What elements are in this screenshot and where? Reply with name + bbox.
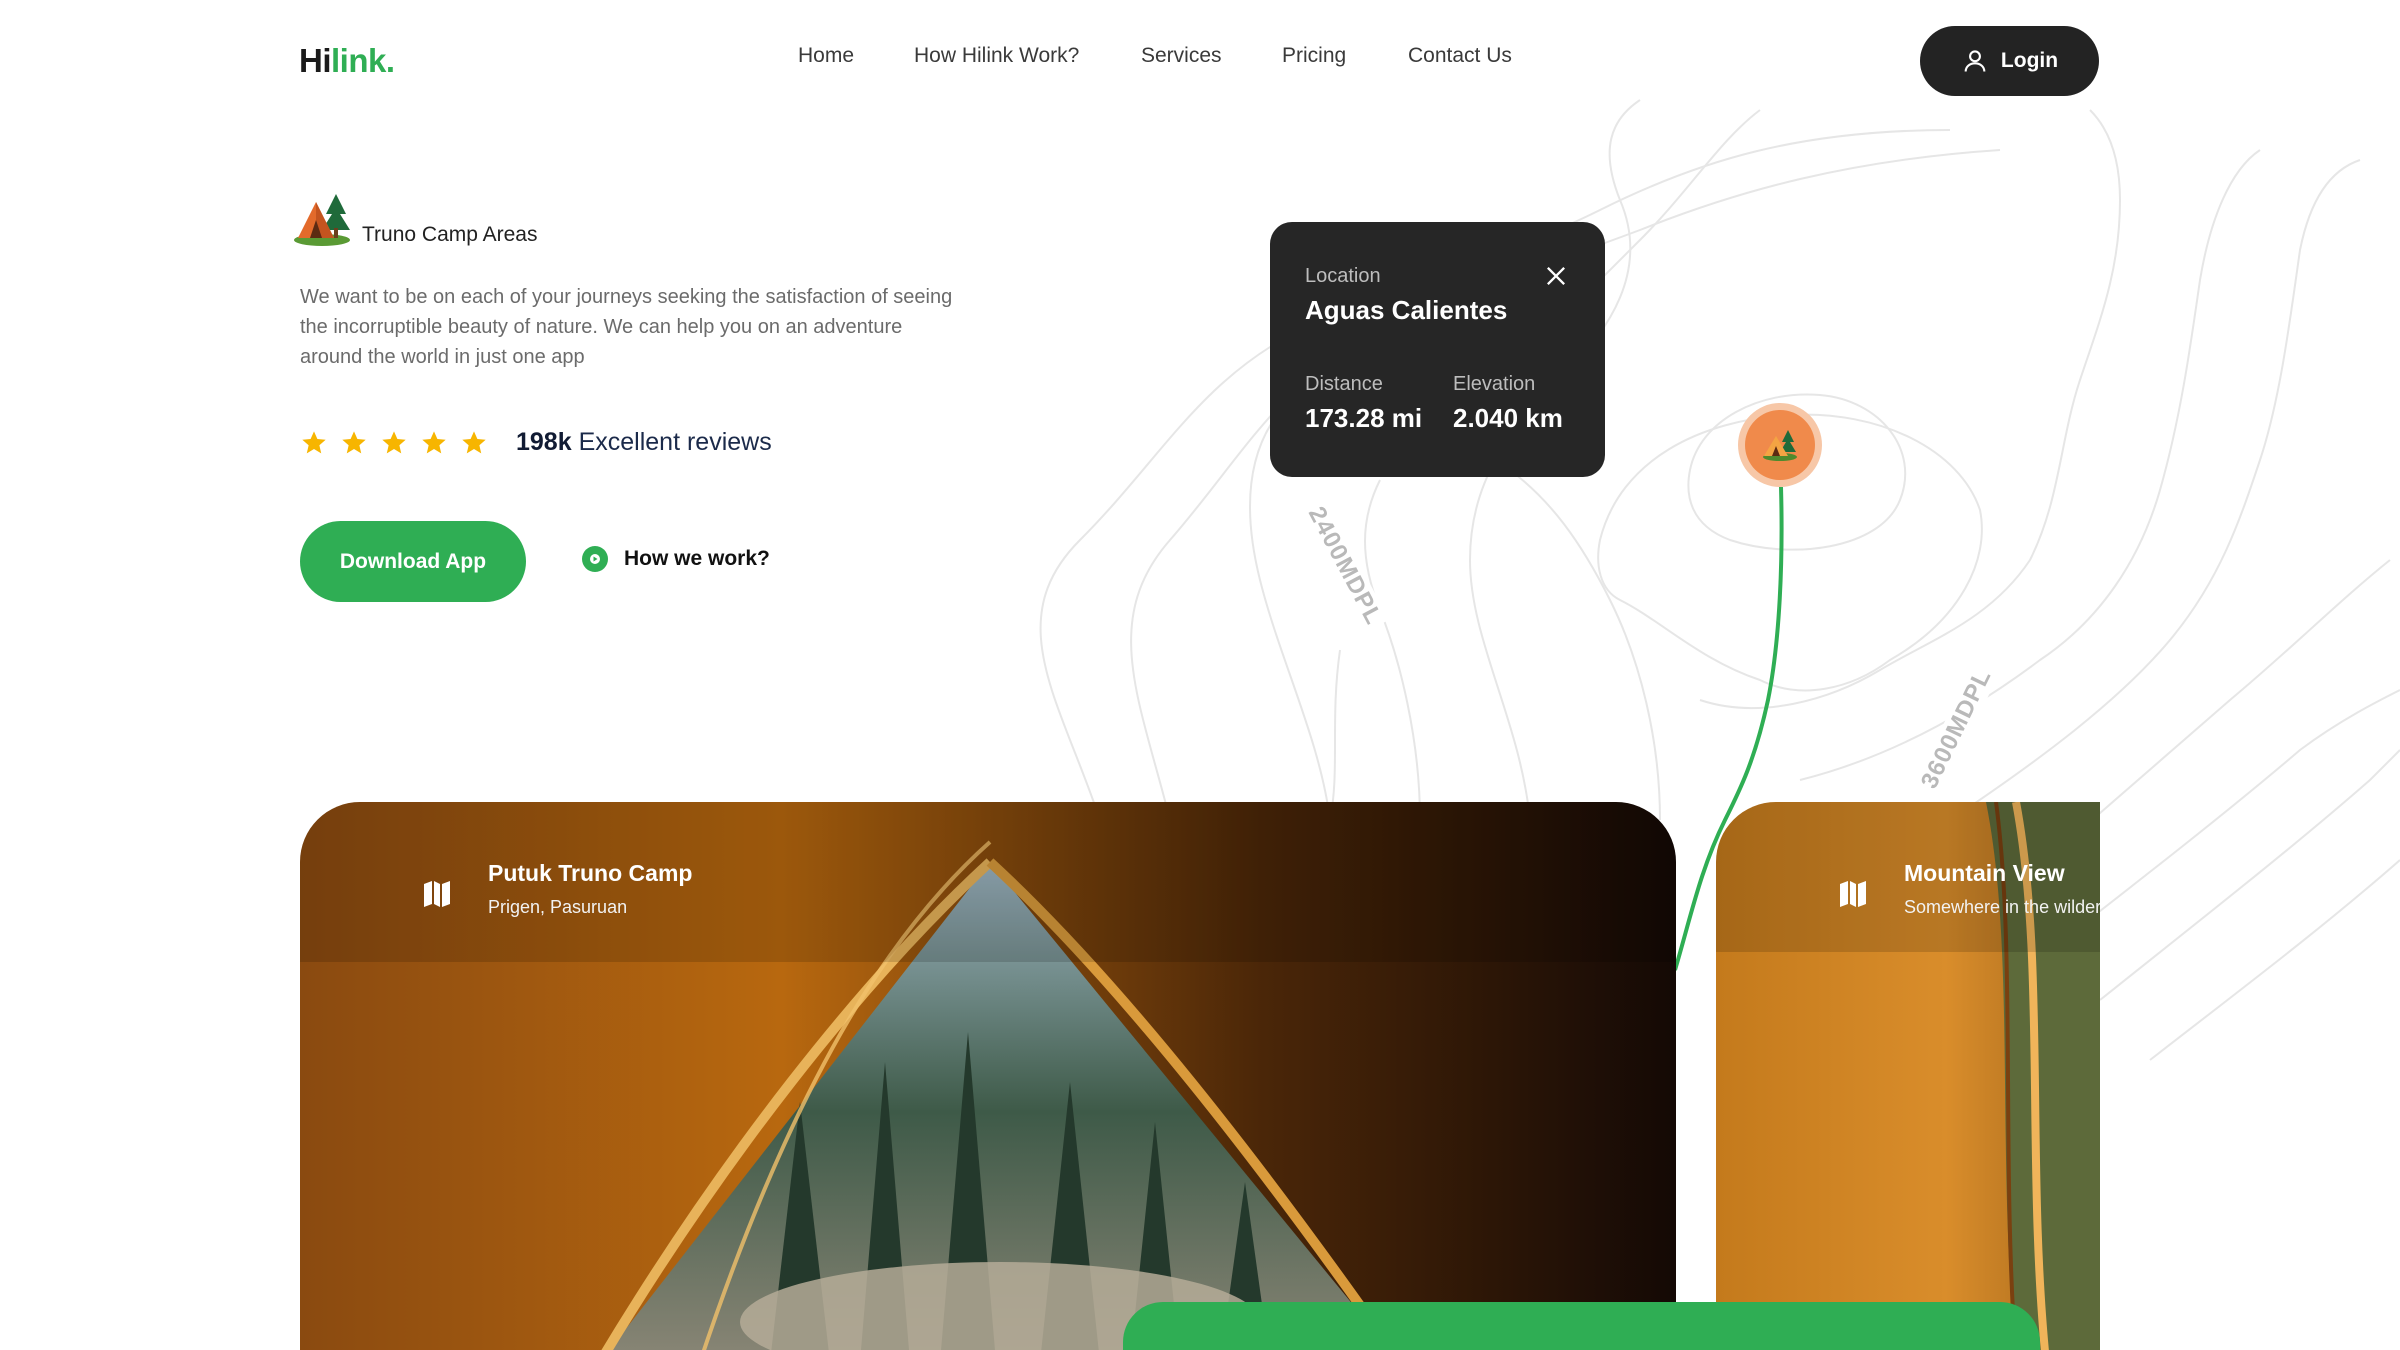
nav-home[interactable]: Home <box>798 44 854 68</box>
nav-how-hilink-work[interactable]: How Hilink Work? <box>914 44 1079 68</box>
nav-services[interactable]: Services <box>1141 44 1222 68</box>
location-info-card: Location Aguas Calientes Distance 173.28… <box>1270 222 1605 477</box>
star-icon <box>382 430 406 453</box>
how-we-work-label: How we work? <box>624 547 770 570</box>
star-icon <box>462 430 486 453</box>
reviews-label: Excellent reviews <box>578 428 772 456</box>
logo-text-primary: Hi <box>299 42 332 79</box>
close-icon[interactable] <box>1542 262 1570 290</box>
green-banner <box>1123 1302 2040 1350</box>
card-header: Mountain View Somewhere in the wildernes… <box>1838 860 2100 918</box>
location-name: Aguas Calientes <box>1305 295 1508 325</box>
star-icon <box>302 430 326 453</box>
camp-areas-badge: Truno Camp Areas <box>292 190 537 248</box>
reviews-summary: 198k Excellent reviews <box>516 428 772 457</box>
star-rating <box>300 429 488 457</box>
camp-card-putuk-truno[interactable]: Putuk Truno Camp Prigen, Pasuruan <box>300 802 1676 1350</box>
distance-value: 173.28 mi <box>1305 403 1423 433</box>
tent-icon <box>294 194 350 246</box>
logo-text-accent: link. <box>331 42 395 79</box>
nav-pricing[interactable]: Pricing <box>1282 44 1346 68</box>
elevation-value: 2.040 km <box>1453 403 1563 433</box>
card-title: Mountain View <box>1904 860 2065 886</box>
play-icon <box>582 546 608 572</box>
login-label: Login <box>2000 49 2059 72</box>
card-subtitle: Prigen, Pasuruan <box>488 897 628 917</box>
nav-contact-us[interactable]: Contact Us <box>1408 44 1512 68</box>
badge-label: Truno Camp Areas <box>362 223 538 246</box>
location-label: Location <box>1305 265 1381 287</box>
tent-icon <box>1763 430 1797 461</box>
hero-description: We want to be on each of your journeys s… <box>300 286 953 368</box>
card-header: Putuk Truno Camp Prigen, Pasuruan <box>422 860 692 918</box>
card-title: Putuk Truno Camp <box>488 860 693 886</box>
contour-label-2400: 2400MDPL <box>1300 498 1390 634</box>
logo[interactable]: Hilink. <box>299 42 395 80</box>
card-subtitle: Somewhere in the wilderness <box>1904 897 2100 917</box>
elevation-label: Elevation <box>1453 373 1536 395</box>
map-icon <box>1840 881 1866 907</box>
camp-location-marker[interactable] <box>1738 403 1822 487</box>
download-app-button[interactable]: Download App <box>300 521 526 602</box>
reviews-count: 198k <box>516 428 572 456</box>
rating: 198k Excellent reviews <box>300 428 772 457</box>
distance-label: Distance <box>1305 373 1383 395</box>
star-icon <box>342 430 366 453</box>
star-icon <box>422 430 446 453</box>
map-icon <box>424 881 450 907</box>
login-button[interactable]: Login <box>1920 26 2099 96</box>
camp-card-mountain-view[interactable]: Mountain View Somewhere in the wildernes… <box>1716 802 2100 1350</box>
user-icon <box>1964 50 1986 72</box>
contour-label-3600: 3600MDPL <box>1913 661 2000 797</box>
how-we-work-button[interactable]: How we work? <box>582 546 770 572</box>
